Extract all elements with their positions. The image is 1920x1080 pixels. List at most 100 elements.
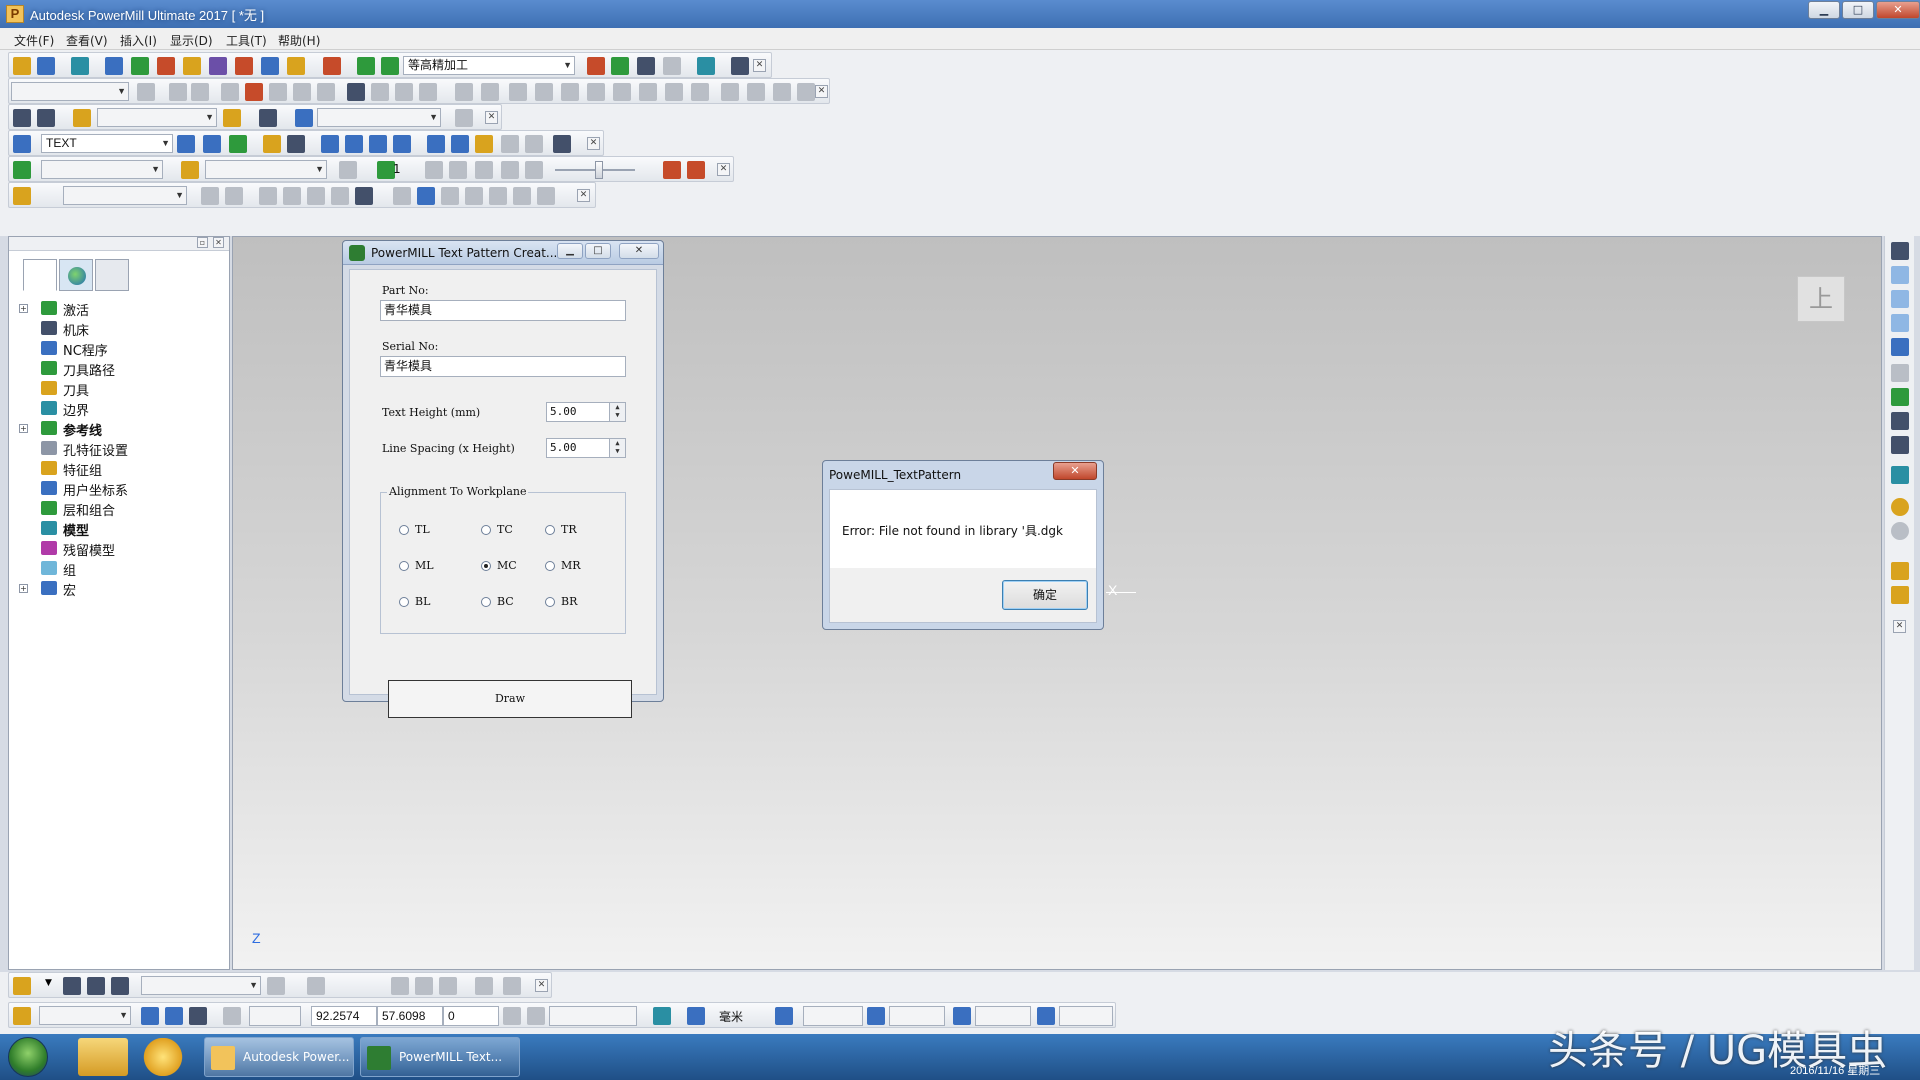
pattern-axis-icon[interactable] [203,135,221,153]
line-spacing-spin-buttons[interactable]: ▲ ▼ [609,439,625,457]
machine-tool-icon[interactable] [259,109,277,127]
view-iso4-icon[interactable] [1891,338,1909,356]
grid-edit-icon[interactable] [37,109,55,127]
shading-mode3-icon[interactable] [189,1007,207,1025]
tool-select[interactable]: ▼ [141,976,261,995]
minimize-button[interactable]: ▁ [1808,1,1840,19]
pattern-icon[interactable] [13,135,31,153]
drag-select-icon[interactable] [1891,586,1909,604]
eraser-icon[interactable] [475,135,493,153]
end-point-icon[interactable] [261,57,279,75]
viewcube-top[interactable]: 上 [1797,276,1845,322]
toolbar-close-icon[interactable]: ✕ [717,163,730,176]
radio-circle[interactable] [481,525,491,535]
radio-circle[interactable] [399,525,409,535]
toolbar-close-icon[interactable]: ✕ [485,111,498,124]
view-iso1-icon[interactable] [1891,266,1909,284]
strategy-select[interactable]: 等高精加工 ▼ [403,56,575,75]
angle-icon[interactable] [1037,1007,1055,1025]
radio-circle[interactable] [481,597,491,607]
zoom-fit-icon[interactable] [1891,436,1909,454]
radio-circle[interactable] [399,597,409,607]
sim-options-icon[interactable] [663,161,681,179]
block-icon[interactable] [105,57,123,75]
dialog-maximize-button[interactable]: □ [585,243,611,259]
library-icon[interactable] [653,1007,671,1025]
view-top-icon[interactable] [1891,242,1909,260]
surface2-icon[interactable] [393,135,411,153]
pattern-open-icon[interactable] [263,135,281,153]
start-point-icon[interactable] [235,57,253,75]
transform2-icon[interactable] [451,135,469,153]
leads-links-icon[interactable] [209,57,227,75]
toolpath-edit-icon[interactable] [611,57,629,75]
boundary-select[interactable]: ▼ [97,108,217,127]
simulation-toolpath-icon[interactable] [13,161,31,179]
toolpath-strategy-icon[interactable] [357,57,375,75]
select-icon[interactable] [1891,562,1909,580]
grid-icon[interactable] [13,109,31,127]
stop-toolpath-icon[interactable] [245,83,263,101]
speed-slider-thumb[interactable] [595,161,603,179]
wireframe-icon[interactable] [1891,522,1909,540]
menu-view[interactable]: 查看(V) [66,32,108,49]
draw-button[interactable]: Draw [388,680,632,718]
curve-icon[interactable] [321,135,339,153]
toolbar-close-icon[interactable]: ✕ [753,59,766,72]
simulation-tool-select[interactable]: ▼ [205,160,327,179]
thickness-icon[interactable] [867,1007,885,1025]
pattern-edit-icon[interactable] [177,135,195,153]
tool-database-icon[interactable] [183,57,201,75]
print-icon[interactable] [71,57,89,75]
menu-tools[interactable]: 工具(T) [226,32,267,49]
curve2-icon[interactable] [345,135,363,153]
tool-db-icon[interactable] [63,977,81,995]
serial-no-input[interactable]: 青华模具 [380,356,626,377]
rapid-move-icon[interactable] [131,57,149,75]
toolbar-close-icon[interactable]: ✕ [587,137,600,150]
chevron-down-icon[interactable]: ▼ [45,978,52,988]
cut-icon[interactable] [553,135,571,153]
taskbar-powermill-button[interactable]: Autodesk Power... [204,1037,354,1077]
text-height-spin-buttons[interactable]: ▲ ▼ [609,403,625,421]
boundary-edit-icon[interactable] [13,187,31,205]
pattern-select[interactable]: TEXT ▼ [41,134,173,153]
verify-icon[interactable] [287,57,305,75]
save-icon[interactable] [37,57,55,75]
calculator-icon[interactable] [637,57,655,75]
simulation-tool-icon[interactable] [181,161,199,179]
shading-mode2-icon[interactable] [165,1007,183,1025]
sim-options2-icon[interactable] [687,161,705,179]
view-iso3-icon[interactable] [1891,314,1909,332]
grid-toggle-icon[interactable] [223,1007,241,1025]
toolbar-close-icon[interactable]: ✕ [535,979,548,992]
view-iso2-icon[interactable] [1891,290,1909,308]
explorer-float-icon[interactable]: ▫ [197,237,208,248]
open-icon[interactable] [13,57,31,75]
sun-icon[interactable] [223,109,241,127]
dialog-close-button[interactable]: ✕ [619,243,659,259]
zoom-icon[interactable] [1891,364,1909,382]
workplane-icon[interactable] [295,109,313,127]
folder-icon[interactable] [73,109,91,127]
calculate-icon[interactable] [587,57,605,75]
tool-db3-icon[interactable] [111,977,129,995]
workplane-status-icon[interactable] [13,1007,31,1025]
expand-icon[interactable]: + [19,304,28,313]
expand-icon[interactable]: + [19,584,28,593]
workplane-select[interactable]: ▼ [317,108,441,127]
pattern-save-icon[interactable] [287,135,305,153]
pattern-lines-icon[interactable] [229,135,247,153]
boundary-draw-icon[interactable] [355,187,373,205]
view-toolbar-close-icon[interactable]: ✕ [1893,620,1906,633]
error-dialog-close-button[interactable]: ✕ [1053,462,1097,480]
crosshair-icon[interactable] [775,1007,793,1025]
shading-mode-icon[interactable] [141,1007,159,1025]
part-no-input[interactable]: 青华模具 [380,300,626,321]
file-explorer-icon[interactable] [78,1038,128,1076]
radio-circle[interactable] [545,561,555,571]
radio-circle[interactable] [399,561,409,571]
boundary-transform-icon[interactable] [417,187,435,205]
model-view-icon[interactable] [731,57,749,75]
tool-create-icon[interactable] [13,977,31,995]
